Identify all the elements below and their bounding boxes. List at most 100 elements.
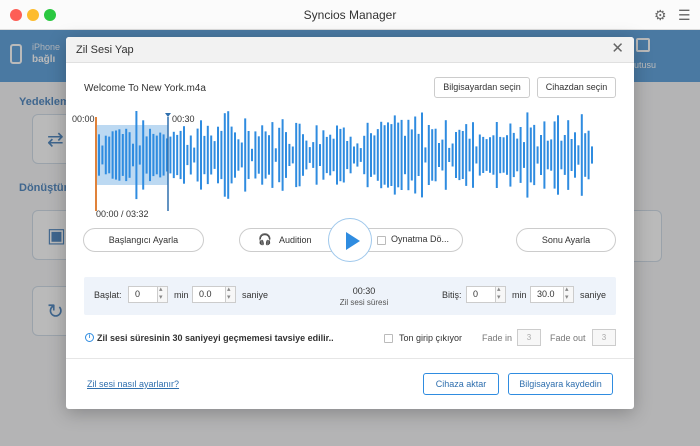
waveform-bar (342, 127, 345, 183)
waveform-bar (414, 116, 417, 194)
waveform-bar (417, 133, 420, 176)
waveform-bar (404, 135, 406, 175)
waveform-bar (339, 128, 342, 182)
waveform-bar (529, 127, 532, 183)
waveform-bar (427, 125, 430, 185)
waveform-bar (121, 134, 124, 176)
waveform-bar (203, 135, 206, 175)
waveform-bar (264, 131, 267, 179)
waveform-bar (336, 125, 338, 185)
fade-checkbox[interactable] (384, 334, 393, 343)
waveform-bar (247, 131, 250, 179)
end-seconds-stepper[interactable] (564, 285, 574, 303)
waveform-bar (495, 122, 498, 188)
waveform-bar (179, 130, 182, 180)
waveform-bar (465, 124, 468, 186)
waveform-bar (553, 121, 556, 189)
waveform-bar (468, 138, 471, 172)
waveform-bar (274, 148, 277, 162)
start-seconds-input[interactable]: 0.0 (192, 286, 226, 303)
fade-in-input[interactable]: 3 (517, 329, 541, 346)
waveform-bar (111, 131, 114, 179)
end-seconds-input[interactable]: 30.0 (530, 286, 564, 303)
time-settings-panel: Başlat: 0 min 0.0 saniye 00:30 Zil sesi … (84, 277, 616, 315)
waveform-bar (254, 131, 257, 179)
waveform-bar (363, 135, 366, 175)
fade-out-input[interactable]: 3 (592, 329, 616, 346)
start-minutes-input[interactable]: 0 (128, 286, 158, 303)
waveform-bar (407, 119, 410, 191)
set-end-button[interactable]: Sonu Ayarla (516, 228, 616, 252)
end-handle-grip[interactable] (165, 113, 171, 117)
waveform-bar (502, 137, 505, 173)
waveform-bar (234, 132, 236, 178)
export-to-device-button[interactable]: Cihaza aktar (423, 373, 499, 395)
waveform-bar (220, 130, 223, 180)
start-minutes-stepper[interactable] (158, 285, 168, 303)
waveform-bar (373, 135, 376, 175)
waveform-bar (237, 139, 240, 171)
waveform-bar (519, 127, 522, 183)
help-link[interactable]: Zil sesi nasıl ayarlanır? (87, 379, 179, 389)
waveform-bar (308, 147, 311, 163)
waveform-bar (387, 122, 389, 188)
waveform-bar (370, 133, 372, 177)
waveform-bar (546, 140, 549, 170)
waveform-bar (444, 120, 447, 190)
waveform-bar (485, 139, 488, 171)
play-button[interactable] (328, 218, 372, 262)
waveform-bar (380, 121, 383, 189)
waveform-bar (288, 143, 291, 166)
set-start-button[interactable]: Başlangıcı Ayarla (83, 228, 204, 252)
end-minutes-stepper[interactable] (496, 285, 506, 303)
waveform-bar (227, 111, 230, 199)
waveform-bar (108, 136, 111, 174)
waveform-bar (455, 132, 457, 178)
waveform-bar (312, 142, 315, 168)
waveform-bar (244, 118, 247, 192)
waveform-bar (536, 146, 539, 164)
end-minutes-input[interactable]: 0 (466, 286, 496, 303)
close-icon[interactable]: ✕ (611, 41, 624, 57)
ringtone-dialog: Zil Sesi Yap ✕ Welcome To New York.m4a B… (66, 37, 634, 409)
dialog-header: Zil Sesi Yap ✕ (66, 37, 634, 63)
select-from-pc-button[interactable]: Bilgisayardan seçin (434, 77, 530, 98)
waveform-bar (458, 129, 461, 181)
waveform-bar (145, 136, 148, 174)
waveform-bar (176, 134, 179, 176)
waveform-bar (448, 147, 451, 162)
waveform-bar (400, 119, 403, 190)
save-to-pc-button[interactable]: Bilgisayara kaydedin (508, 373, 613, 395)
waveform-bar (509, 123, 512, 187)
waveform-bar (295, 122, 298, 188)
waveform-bar (135, 111, 138, 200)
waveform-bar (261, 125, 264, 185)
waveform-bar (230, 126, 233, 184)
loop-checkbox[interactable] (377, 236, 386, 245)
waveform-bar (472, 122, 474, 188)
waveform-bar (577, 145, 580, 165)
duration-advice: Zil sesi süresinin 30 saniyeyi geçmemesi… (97, 333, 334, 343)
waveform-bar (298, 123, 301, 187)
footer-divider (66, 358, 634, 359)
waveform-bar (213, 141, 216, 169)
waveform-bar (240, 142, 243, 168)
fade-toggle-label: Ton girip çıkıyor (399, 333, 463, 343)
waveform-bar (512, 132, 515, 178)
waveform[interactable] (82, 111, 622, 221)
waveform-bar (526, 112, 529, 198)
waveform-bar (383, 125, 386, 185)
waveform-bar (550, 139, 553, 171)
waveform-bar (162, 134, 165, 176)
hamburger-icon[interactable]: ☰ (678, 7, 691, 23)
waveform-bar (580, 114, 583, 196)
playback-position: 00:00 / 03:32 (96, 209, 149, 219)
waveform-bar (115, 130, 117, 180)
select-from-device-button[interactable]: Cihazdan seçin (537, 77, 616, 98)
start-label: Başlat: (94, 290, 122, 300)
waveform-bar (305, 140, 308, 170)
start-seconds-stepper[interactable] (226, 285, 236, 303)
gear-icon[interactable]: ⚙ (654, 7, 667, 23)
waveform-bar (359, 148, 362, 162)
waveform-bar (332, 138, 335, 172)
